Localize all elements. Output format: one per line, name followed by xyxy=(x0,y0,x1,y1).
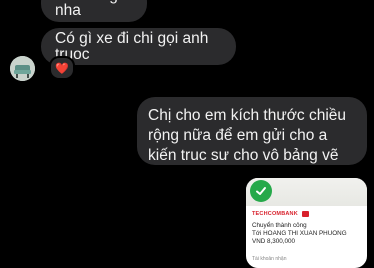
avatar-image xyxy=(10,56,35,81)
incoming-message-bubble[interactable]: Mai sáng nha xyxy=(41,0,147,22)
receipt-footer: Tài khoản nhận xyxy=(252,256,287,262)
bank-name: TECHCOMBANK xyxy=(252,211,298,217)
message-text: Chị cho em kích thước chiều rộng nữa để … xyxy=(148,107,347,164)
heart-icon: ❤️ xyxy=(55,62,69,75)
transfer-recipient: Tới HOANG THI XUAN PHUONG xyxy=(252,230,347,237)
message-text: Có gì xe đi chi gọi anh truoc xyxy=(55,30,209,63)
bank-logo: TECHCOMBANK xyxy=(252,211,309,217)
transfer-status: Chuyển thành công xyxy=(252,222,307,229)
sender-avatar[interactable] xyxy=(10,56,35,81)
checkmark-icon xyxy=(250,180,272,202)
outgoing-message-bubble[interactable]: Chị cho em kích thước chiều rộng nữa để … xyxy=(137,97,367,165)
transfer-amount: VND 8,300,000 xyxy=(252,238,296,245)
heart-reaction[interactable]: ❤️ xyxy=(49,56,75,80)
bank-mark-icon xyxy=(301,211,309,217)
message-text: Mai sáng nha xyxy=(55,0,118,19)
transfer-receipt-image[interactable]: TECHCOMBANK Chuyển thành công Tới HOANG … xyxy=(246,178,367,268)
